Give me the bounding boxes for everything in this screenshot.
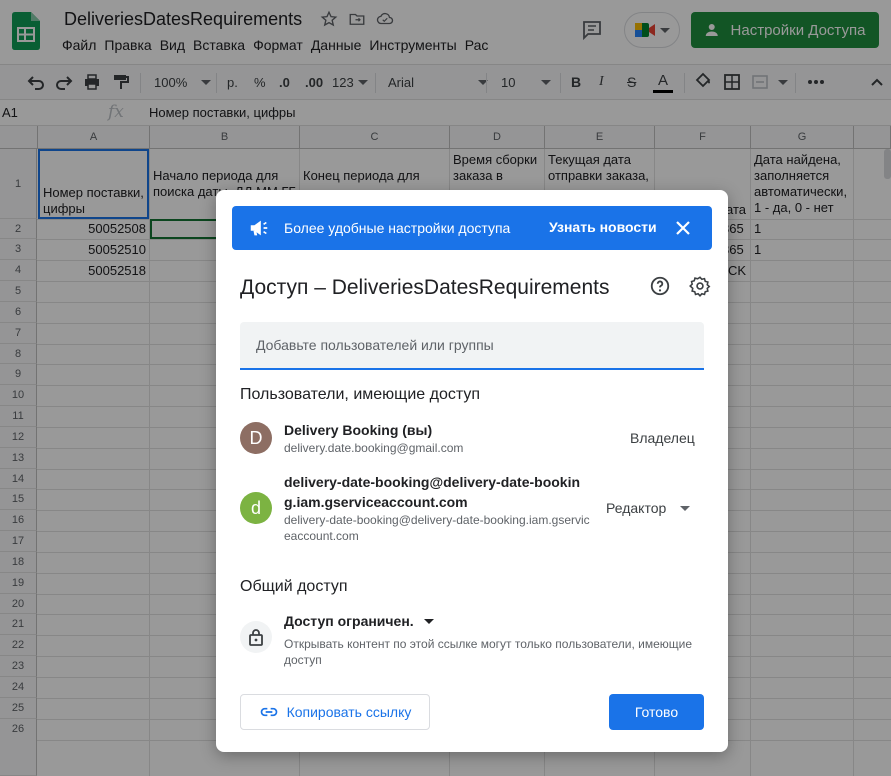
role-select[interactable]: Редактор xyxy=(606,500,691,516)
info-banner: Более удобные настройки доступа Узнать н… xyxy=(232,206,712,250)
chevron-down-icon xyxy=(680,505,691,511)
role-label: Редактор xyxy=(606,500,667,516)
close-icon[interactable] xyxy=(673,218,693,238)
role-owner: Владелец xyxy=(630,430,695,446)
copy-link-label: Копировать ссылку xyxy=(286,704,412,720)
user-email: delivery.date.booking@gmail.com xyxy=(284,441,464,455)
general-access-heading: Общий доступ xyxy=(240,578,348,595)
lock-icon-container xyxy=(240,621,272,653)
add-people-input[interactable] xyxy=(240,322,704,368)
general-access-select[interactable]: Доступ ограничен. xyxy=(284,613,434,629)
whats-new-link[interactable]: Узнать новости xyxy=(549,219,657,235)
announcement-icon xyxy=(250,220,268,236)
copy-link-button[interactable]: Копировать ссылку xyxy=(240,694,430,730)
chevron-down-icon xyxy=(423,618,434,624)
user-name: delivery-date-booking@delivery-date-book… xyxy=(284,474,581,510)
gear-icon[interactable] xyxy=(689,275,711,297)
banner-text: Более удобные настройки доступа xyxy=(284,220,511,236)
user-email: delivery-date-booking@delivery-date-book… xyxy=(284,513,590,543)
share-dialog: Более удобные настройки доступа Узнать н… xyxy=(216,190,728,752)
user-name: Delivery Booking (вы) xyxy=(284,422,433,438)
add-people-field[interactable] xyxy=(240,322,704,370)
users-heading: Пользователи, имеющие доступ xyxy=(240,386,481,403)
lock-icon xyxy=(249,629,263,646)
access-description: Открывать контент по этой ссылке могут т… xyxy=(284,637,693,667)
done-button[interactable]: Готово xyxy=(609,694,704,730)
dialog-title: Доступ – DeliveriesDatesRequirements xyxy=(240,276,610,299)
avatar: d xyxy=(240,492,272,524)
help-icon[interactable] xyxy=(649,275,671,297)
access-level-label: Доступ ограничен. xyxy=(284,613,414,629)
link-icon xyxy=(260,707,277,717)
avatar: D xyxy=(240,422,272,454)
